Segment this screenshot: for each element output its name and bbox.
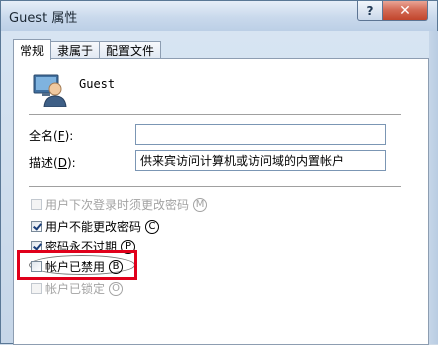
tab-member-of[interactable]: 隶属于 <box>50 41 101 59</box>
fullname-label: 全名(F): <box>29 129 74 143</box>
checkbox-cannot-change-password[interactable]: 用户不能更改密码 C <box>31 218 160 235</box>
checkbox-label: 用户下次登录时须更改密码 <box>45 198 190 212</box>
divider <box>29 186 401 188</box>
checkbox-label: 用户不能更改密码 <box>45 220 142 234</box>
user-name: Guest <box>79 77 116 91</box>
window-frame-edge <box>429 31 438 344</box>
user-account-icon <box>33 74 67 107</box>
checkbox-must-change-password[interactable]: 用户下次登录时须更改密码 M <box>31 196 208 213</box>
checkbox-box[interactable] <box>31 261 42 272</box>
description-label: 描述(D): <box>29 156 76 170</box>
hotkey-badge: B <box>109 259 124 274</box>
help-button[interactable]: ? <box>357 1 383 21</box>
description-input[interactable] <box>135 150 386 171</box>
tab-general[interactable]: 常规 <box>13 39 52 60</box>
checkbox-account-locked[interactable]: 帐户已锁定 O <box>31 280 124 297</box>
checkbox-box[interactable] <box>31 199 42 210</box>
hotkey-badge: M <box>193 197 208 212</box>
tab-profile[interactable]: 配置文件 <box>99 41 162 59</box>
title-bar[interactable]: Guest 属性 ? ✕ <box>1 1 437 31</box>
window-title: Guest 属性 <box>9 11 78 26</box>
checkbox-box[interactable] <box>31 221 42 232</box>
close-button[interactable]: ✕ <box>382 1 428 21</box>
tab-strip: 常规 隶属于 配置文件 <box>13 39 162 60</box>
divider <box>29 114 401 116</box>
checkbox-account-disabled[interactable]: 帐户已禁用 B <box>31 258 124 275</box>
checkbox-box[interactable] <box>31 283 42 294</box>
hotkey-badge: C <box>145 219 160 234</box>
checkbox-label: 帐户已锁定 <box>45 282 106 296</box>
hotkey-badge: O <box>109 281 124 296</box>
checkbox-label: 帐户已禁用 <box>45 260 106 274</box>
properties-window: Guest 属性 ? ✕ 常规 隶属于 配置文件 Guest 全名(F): 描述… <box>0 0 438 345</box>
fullname-input[interactable] <box>135 124 386 145</box>
